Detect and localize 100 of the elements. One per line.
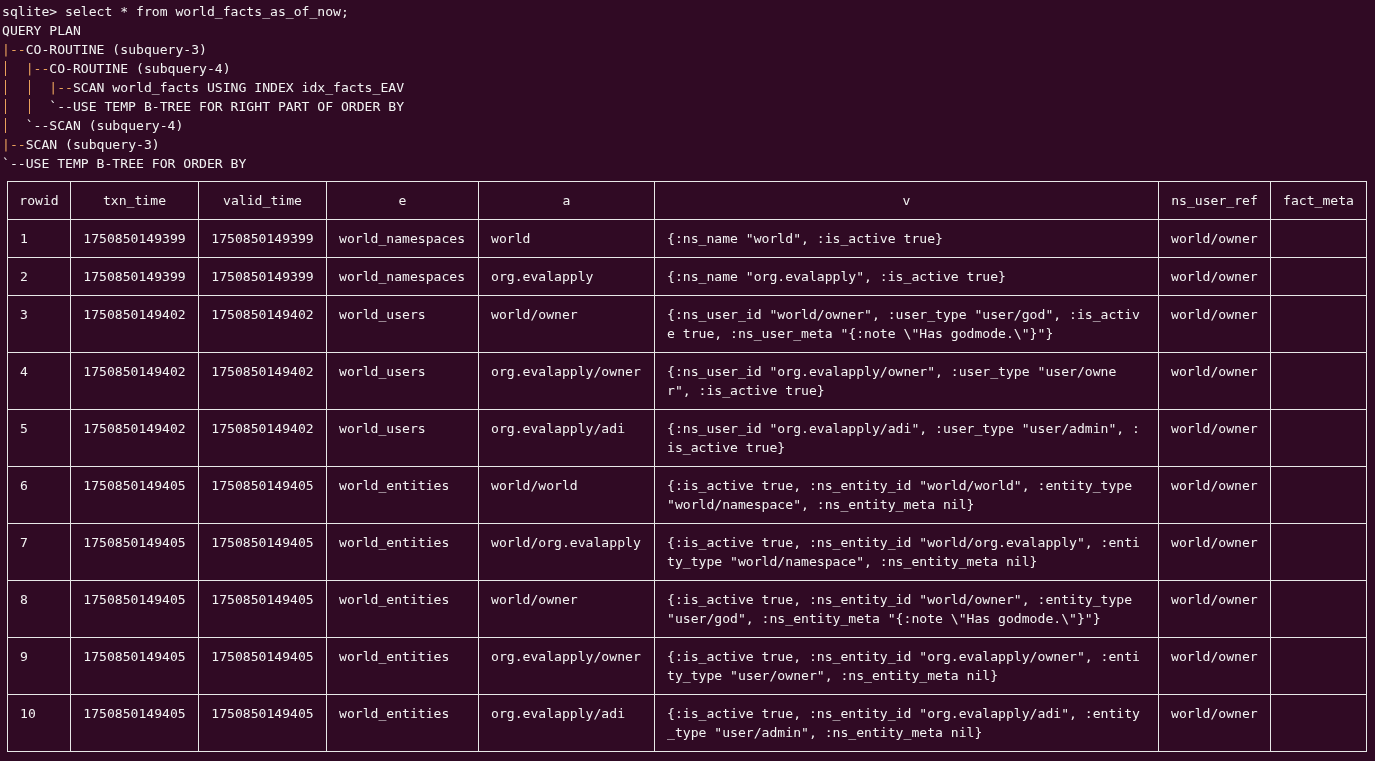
table-cell: world/owner [1158, 523, 1271, 581]
table-cell: org.evalapply/owner [478, 637, 655, 695]
column-header: valid_time [198, 181, 327, 220]
table-cell: 1750850149399 [198, 257, 327, 296]
table-cell: 1750850149402 [70, 352, 199, 410]
table-cell: 1750850149405 [198, 523, 327, 581]
tree-branch: `-- [25, 117, 50, 135]
plan-step: CO-ROUTINE (subquery-3) [25, 40, 207, 59]
table-cell: world/owner [1158, 637, 1271, 695]
table-cell: {:is_active true, :ns_entity_id "org.evalapply/owner", :entity_type "user/owner", :ns_entity_meta nil} [654, 637, 1159, 695]
table-cell: 1750850149402 [70, 409, 199, 467]
table-cell: 1750850149405 [70, 466, 199, 524]
table-cell: world/owner [1158, 295, 1271, 353]
plan-step: USE TEMP B-TREE FOR RIGHT PART OF ORDER BY [72, 97, 405, 116]
column-header: v [654, 181, 1159, 220]
plan-step: SCAN (subquery-4) [49, 116, 184, 135]
table-cell: 1750850149402 [198, 352, 327, 410]
table-cell: 6 [7, 466, 71, 524]
table-cell: 1750850149405 [198, 694, 327, 752]
table-cell: 7 [7, 523, 71, 581]
table-cell: world_entities [326, 523, 479, 581]
tree-branch: `-- [2, 155, 26, 173]
table-cell: 1750850149405 [70, 637, 199, 695]
table-cell: 1750850149402 [198, 409, 327, 467]
table-cell: org.evalapply/owner [478, 352, 655, 410]
tree-branch: `-- [49, 98, 73, 116]
column-header: ns_user_ref [1158, 181, 1271, 220]
table-cell: world/owner [1158, 409, 1271, 467]
table-cell: 10 [7, 694, 71, 752]
table-cell: world/owner [1158, 219, 1271, 258]
table-cell: {:is_active true, :ns_entity_id "world/world", :entity_type "world/namespace", :ns_entity_meta nil} [654, 466, 1159, 524]
table-cell: world_namespaces [326, 219, 479, 258]
table-cell: world [478, 219, 655, 258]
table-cell: world/owner [1158, 466, 1271, 524]
tree-guide [5, 61, 7, 76]
table-cell: 9 [7, 637, 71, 695]
plan-step: USE TEMP B-TREE FOR ORDER BY [25, 154, 247, 173]
table-cell: 1750850149405 [198, 580, 327, 638]
table-cell: world_namespaces [326, 257, 479, 296]
column-header: a [478, 181, 655, 220]
table-cell: 1750850149402 [70, 295, 199, 353]
column-header: rowid [7, 181, 71, 220]
table-cell: world/owner [1158, 580, 1271, 638]
table-cell: world_users [326, 295, 479, 353]
table-cell: world/owner [478, 580, 655, 638]
table-cell: 5 [7, 409, 71, 467]
table-cell: world/owner [1158, 352, 1271, 410]
table-cell: {:is_active true, :ns_entity_id "org.evalapply/adi", :entity_type "user/admin", :ns_entity_meta nil} [654, 694, 1159, 752]
column-header: fact_meta [1270, 181, 1367, 220]
table-cell: 1750850149405 [70, 580, 199, 638]
tree-guide [28, 80, 30, 95]
tree-branch: |-- [49, 79, 73, 97]
table-cell: world_entities [326, 694, 479, 752]
table-cell: {:ns_name "world", :is_active true} [654, 219, 1159, 258]
table-cell: 8 [7, 580, 71, 638]
table-cell: 1750850149399 [70, 219, 199, 258]
plan-step: SCAN (subquery-3) [25, 135, 160, 154]
table-cell: 1750850149405 [198, 466, 327, 524]
table-cell: org.evalapply/adi [478, 409, 655, 467]
table-cell: org.evalapply [478, 257, 655, 296]
query-plan-title: QUERY PLAN [2, 22, 81, 40]
table-cell: 1750850149399 [70, 257, 199, 296]
table-cell: 2 [7, 257, 71, 296]
table-cell: {:ns_user_id "org.evalapply/adi", :user_type "user/admin", :is_active true} [654, 409, 1159, 467]
table-cell: {:ns_user_id "org.evalapply/owner", :user_type "user/owner", :is_active true} [654, 352, 1159, 410]
table-cell: 1 [7, 219, 71, 258]
table-cell: world/org.evalapply [478, 523, 655, 581]
table-cell: 1750850149405 [70, 523, 199, 581]
plan-step: SCAN world_facts USING INDEX idx_facts_EAV [72, 78, 405, 97]
table-cell: 1750850149399 [198, 219, 327, 258]
table-cell: world_entities [326, 466, 479, 524]
command-text: select * from world_facts_as_of_now; [65, 3, 349, 21]
tree-guide [5, 99, 7, 114]
tree-branch: |-- [25, 60, 50, 78]
prompt: sqlite> [2, 3, 58, 21]
column-header: txn_time [70, 181, 199, 220]
table-cell: 1750850149405 [198, 637, 327, 695]
table-cell: world/owner [478, 295, 655, 353]
table-cell: world/world [478, 466, 655, 524]
plan-step: CO-ROUTINE (subquery-4) [49, 59, 231, 78]
table-cell: world/owner [1158, 257, 1271, 296]
table-cell: {:is_active true, :ns_entity_id "world/org.evalapply", :entity_type "world/namespace", :ns_entity_meta nil} [654, 523, 1159, 581]
table-cell: world_users [326, 409, 479, 467]
table-cell: 1750850149405 [70, 694, 199, 752]
column-header: e [326, 181, 479, 220]
table-cell: world/owner [1158, 694, 1271, 752]
table-cell: {:ns_name "org.evalapply", :is_active true} [654, 257, 1159, 296]
table-cell: world_users [326, 352, 479, 410]
table-cell: world_entities [326, 580, 479, 638]
table-cell: 4 [7, 352, 71, 410]
tree-guide [5, 80, 7, 95]
tree-branch: |-- [2, 136, 26, 154]
table-cell: world_entities [326, 637, 479, 695]
tree-branch: |-- [2, 41, 26, 59]
table-cell: {:ns_user_id "world/owner", :user_type "user/god", :is_active true, :ns_user_meta "{:note \"Has godmode.\"}"} [654, 295, 1159, 353]
tree-guide [5, 118, 7, 133]
table-cell: 3 [7, 295, 71, 353]
table-cell: {:is_active true, :ns_entity_id "world/owner", :entity_type "user/god", :ns_entity_meta "{:note \"Has godmode.\"}"} [654, 580, 1159, 638]
table-cell: org.evalapply/adi [478, 694, 655, 752]
tree-guide [28, 99, 30, 114]
